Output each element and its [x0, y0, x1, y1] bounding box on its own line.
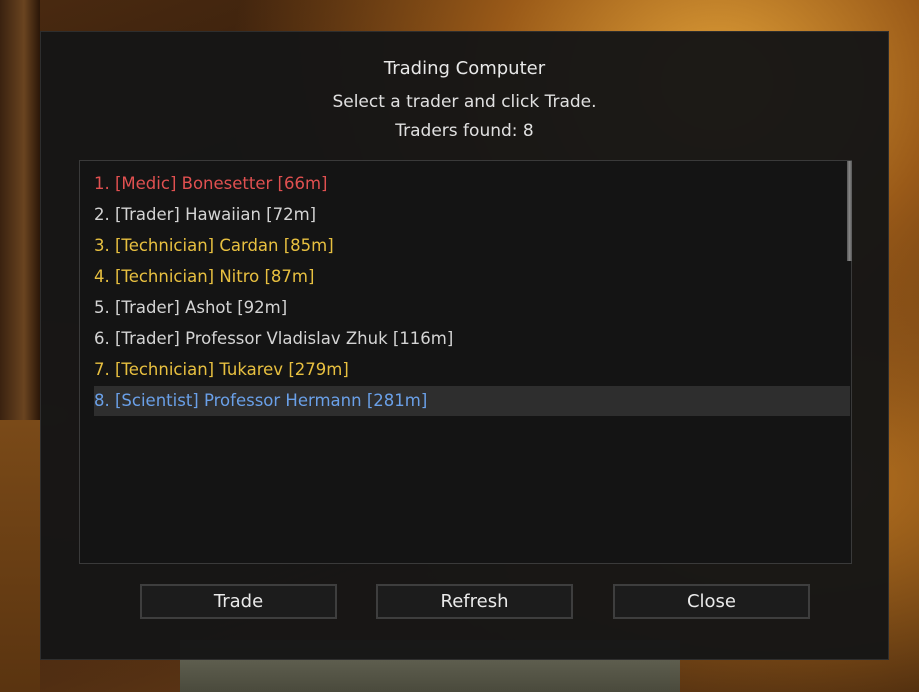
trader-list[interactable]: 1. [Medic] Bonesetter [66m] 2. [Trader] … — [79, 160, 852, 564]
trader-list-item[interactable]: 2. [Trader] Hawaiian [72m] — [94, 200, 850, 230]
trader-list-item[interactable]: 5. [Trader] Ashot [92m] — [94, 293, 850, 323]
trader-list-item[interactable]: 1. [Medic] Bonesetter [66m] — [94, 169, 850, 199]
dialog-title: Trading Computer — [383, 58, 546, 79]
trader-list-item[interactable]: 7. [Technician] Tukarev [279m] — [94, 355, 850, 385]
trader-list-item[interactable]: 6. [Trader] Professor Vladislav Zhuk [11… — [94, 324, 850, 354]
trader-list-item-selected[interactable]: 8. [Scientist] Professor Hermann [281m] — [94, 386, 850, 416]
dialog-instruction: Select a trader and click Trade. — [332, 92, 597, 112]
trader-list-item[interactable]: 4. [Technician] Nitro [87m] — [94, 262, 850, 292]
refresh-button[interactable]: Refresh — [376, 584, 573, 619]
list-scrollbar[interactable] — [847, 161, 852, 261]
trader-list-item[interactable]: 3. [Technician] Cardan [85m] — [94, 231, 850, 261]
traders-found-count: Traders found: 8 — [395, 121, 534, 141]
trading-computer-dialog: Trading Computer Select a trader and cli… — [40, 31, 889, 660]
close-button[interactable]: Close — [613, 584, 810, 619]
trade-button[interactable]: Trade — [140, 584, 337, 619]
background-floor — [0, 420, 40, 692]
